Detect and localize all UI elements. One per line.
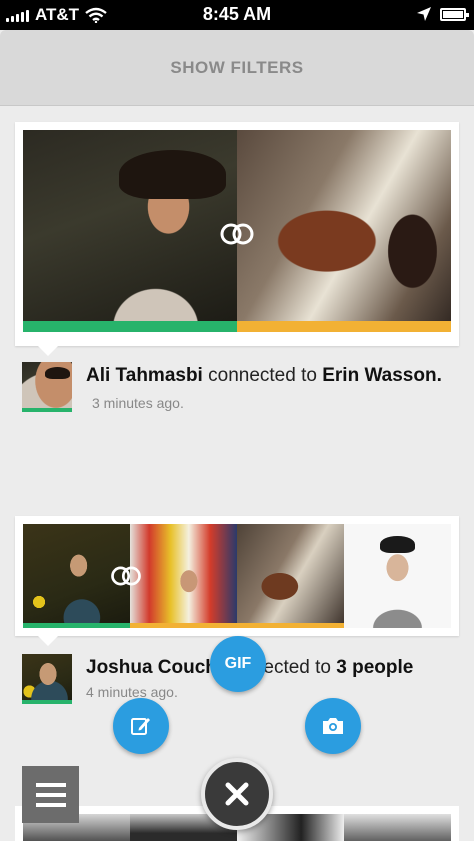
feed-item[interactable]: Ali Tahmasbi connected to Erin Wasson. 3… — [22, 362, 454, 422]
status-right — [416, 6, 469, 22]
person-photo[interactable] — [237, 524, 344, 628]
photo-row — [23, 524, 451, 628]
gif-label: GIF — [224, 655, 252, 672]
target-name[interactable]: Erin Wasson. — [322, 365, 442, 386]
compose-button[interactable] — [113, 698, 169, 754]
verb: connected to — [208, 365, 317, 386]
close-button[interactable] — [201, 758, 273, 830]
close-icon — [225, 782, 249, 806]
person-photo[interactable] — [23, 130, 237, 332]
menu-icon — [35, 782, 66, 787]
avatar-bar — [22, 408, 72, 412]
connection-card[interactable] — [15, 122, 459, 346]
green-bar — [23, 623, 130, 628]
green-bar — [23, 321, 237, 332]
yellow-bar — [237, 623, 344, 628]
avatar-bar — [22, 700, 72, 704]
camera-button[interactable] — [305, 698, 361, 754]
gif-button[interactable]: GIF — [210, 636, 266, 692]
card-pointer — [38, 346, 58, 356]
feed-text: Ali Tahmasbi connected to Erin Wasson. 3… — [86, 362, 454, 417]
target-name[interactable]: 3 people — [336, 657, 413, 678]
show-filters-button[interactable]: SHOW FILTERS — [0, 30, 474, 106]
timestamp: 3 minutes ago. — [92, 395, 184, 411]
menu-button[interactable] — [22, 766, 79, 823]
connection-card[interactable] — [15, 516, 459, 636]
battery-icon — [440, 7, 469, 21]
show-filters-label: SHOW FILTERS — [170, 57, 304, 77]
connect-rings-icon — [111, 566, 141, 586]
connect-rings-icon — [220, 223, 254, 245]
person-photo[interactable] — [344, 524, 451, 628]
location-arrow-icon — [417, 7, 431, 21]
person-photo[interactable] — [344, 814, 451, 841]
status-clock: 8:45 AM — [202, 4, 272, 24]
avatar[interactable] — [22, 654, 72, 704]
camera-icon — [323, 718, 343, 734]
menu-icon-line — [35, 802, 66, 807]
yellow-bar — [130, 623, 237, 628]
actor-name[interactable]: Joshua Couch — [86, 657, 217, 678]
person-photo[interactable] — [237, 130, 451, 332]
card-pointer — [38, 636, 58, 646]
menu-icon-line — [35, 792, 66, 797]
status-bar: AT&T 8:45 AM — [0, 0, 474, 30]
yellow-bar — [237, 321, 451, 332]
pencil-icon — [131, 718, 150, 735]
avatar[interactable] — [22, 362, 72, 412]
app-screen: SHOW FILTERS Ali Tahmasbi connected to E… — [0, 30, 474, 841]
feed-text: Joshua Couch connected to 3 people 4 min… — [86, 654, 454, 701]
person-photo[interactable] — [130, 524, 237, 628]
actor-name[interactable]: Ali Tahmasbi — [86, 365, 203, 386]
